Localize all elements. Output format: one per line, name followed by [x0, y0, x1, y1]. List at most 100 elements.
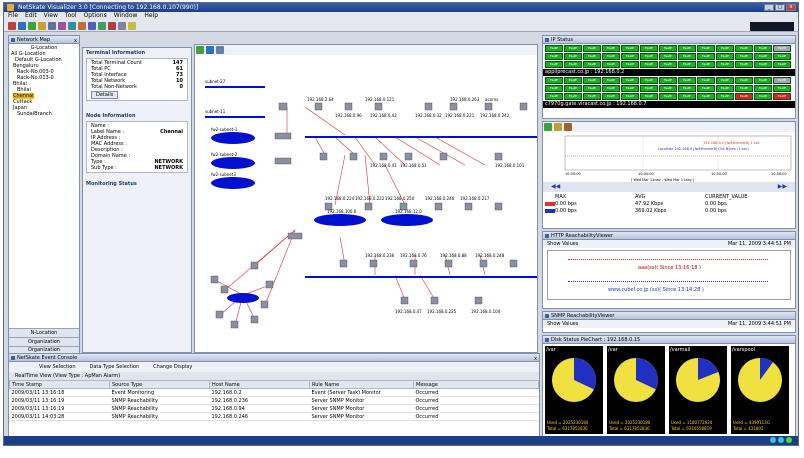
ip-status-cell[interactable]: FastE — [659, 77, 677, 84]
ip-status-cell[interactable]: FastE — [735, 77, 753, 84]
ip-status-cell[interactable]: FastE — [640, 61, 658, 68]
details-button[interactable]: Details — [91, 91, 119, 99]
ip-status-cell[interactable]: FastE — [735, 45, 753, 52]
map-icon[interactable] — [28, 22, 36, 30]
ip-status-cell[interactable]: FastE — [583, 93, 601, 100]
ip-status-cell[interactable]: FastE — [602, 61, 620, 68]
close-button[interactable]: x — [786, 4, 796, 11]
ip-status-cell[interactable]: FastE — [602, 45, 620, 52]
folder-icon[interactable] — [38, 22, 46, 30]
tab-data-type-selection[interactable]: Data Type Selection — [90, 363, 140, 371]
stop-icon[interactable] — [108, 22, 116, 30]
ip-status-cell[interactable]: FastE — [659, 45, 677, 52]
show-values-checkbox[interactable]: Show Values — [547, 321, 578, 327]
menu-window[interactable]: Window — [114, 12, 138, 20]
disk-pie-chart[interactable]: /var Used = 2025230180 Total = 6317852836 — [545, 346, 603, 434]
ip-status-cell[interactable]: FastE — [583, 61, 601, 68]
ip-status-cell[interactable]: FastE — [602, 77, 620, 84]
ip-status-cell[interactable]: FastE — [564, 77, 582, 84]
ip-status-cell[interactable]: FastE — [773, 77, 791, 84]
ip-status-cell[interactable]: FastE — [564, 61, 582, 68]
show-values-checkbox[interactable]: Show Values — [547, 241, 578, 247]
ip-status-cell[interactable]: FastE — [602, 85, 620, 92]
ip-status-cell[interactable]: FastE — [640, 53, 658, 60]
close-icon[interactable]: x — [74, 37, 77, 45]
ip-status-cell[interactable]: FastE — [621, 93, 639, 100]
ip-status-cell[interactable]: FastE — [697, 53, 715, 60]
layout-icon[interactable] — [216, 46, 224, 54]
ip-status-cell[interactable]: FastE — [716, 61, 734, 68]
n-location-button[interactable]: N-Location — [9, 328, 79, 337]
ip-status-cell[interactable]: FastE — [754, 45, 772, 52]
report-icon[interactable] — [88, 22, 96, 30]
ip-status-cell[interactable]: FastE — [545, 45, 563, 52]
ip-status-cell[interactable]: FastE — [735, 53, 753, 60]
disk-pie-chart[interactable]: /var Used = 2025230180 Total = 6317852836 — [607, 346, 665, 434]
ip-status-cell[interactable]: FastE — [564, 93, 582, 100]
ip-status-cell[interactable]: FastE — [564, 85, 582, 92]
ip-status-cell[interactable]: FastE — [754, 85, 772, 92]
organization-button[interactable]: Organization — [9, 337, 79, 346]
ip-status-cell[interactable]: FastE — [621, 53, 639, 60]
ip-status-cell[interactable]: FastE — [697, 77, 715, 84]
ip-status-cell[interactable]: FastE — [564, 53, 582, 60]
ip-status-cell[interactable]: FastE — [735, 85, 753, 92]
config-icon[interactable] — [554, 123, 562, 131]
ip-status-cell[interactable]: FastE — [583, 45, 601, 52]
ip-status-cell[interactable]: FastE — [754, 77, 772, 84]
forward-icon[interactable]: ▶▶ — [778, 183, 787, 191]
ip-status-cell[interactable]: FastE — [640, 93, 658, 100]
column-header[interactable]: Time Stamp — [9, 380, 110, 389]
ip-status-cell[interactable]: FastE — [564, 45, 582, 52]
ip-status-cell[interactable]: FastE — [716, 85, 734, 92]
ip-status-cell[interactable]: FastE — [678, 45, 696, 52]
ip-status-cell[interactable]: FastE — [659, 61, 677, 68]
ip-status-cell[interactable]: FastE — [697, 45, 715, 52]
disk-pie-chart[interactable]: /varmail Used = 1180772624 Total = 6316558… — [669, 346, 727, 434]
network-icon[interactable] — [68, 22, 76, 30]
menu-tool[interactable]: Tool — [65, 12, 77, 20]
ip-status-cell[interactable]: FastE — [716, 77, 734, 84]
column-header[interactable]: Host Name — [209, 380, 310, 389]
close-icon[interactable]: x — [534, 355, 537, 363]
table-row[interactable]: 2009/03/11 14:03:28 SNMP Reachability 192.… — [9, 412, 539, 421]
ip-status-cell[interactable]: FastE — [659, 53, 677, 60]
ip-status-cell[interactable]: FastE — [678, 93, 696, 100]
column-header[interactable]: Source Type — [109, 380, 210, 389]
ip-status-cell[interactable]: FastE — [621, 77, 639, 84]
connect-icon[interactable] — [18, 22, 26, 30]
ip-status-cell[interactable]: FastE — [621, 45, 639, 52]
network-diagram[interactable]: subnet-27 subnet-11 fw2-subnet-1 fw2-sub… — [195, 55, 537, 352]
play-icon[interactable] — [544, 123, 552, 131]
ip-status-cell[interactable]: FastE — [716, 53, 734, 60]
table-row[interactable]: 2009/03/11 13:16:19 SNMP Reachability 192.… — [9, 404, 539, 413]
column-header[interactable]: Rule Name — [309, 380, 414, 389]
chart-icon[interactable] — [58, 22, 66, 30]
monitor-icon[interactable] — [48, 22, 56, 30]
column-header[interactable]: Message — [413, 380, 539, 389]
ip-status-cell[interactable]: FastE — [640, 77, 658, 84]
ip-status-cell[interactable]: FastE — [773, 85, 791, 92]
menu-view[interactable]: View — [44, 12, 58, 20]
ip-status-cell[interactable]: FastE — [678, 53, 696, 60]
table-row[interactable]: 2009/03/11 13:16:18 Event Monitoring 192.1… — [9, 388, 539, 397]
ip-status-cell[interactable]: FastE — [678, 61, 696, 68]
ip-status-cell[interactable]: FastE — [640, 85, 658, 92]
tree-item[interactable]: SundaiBranch — [11, 111, 77, 117]
ip-status-cell[interactable]: FastE — [773, 93, 791, 100]
ip-status-cell[interactable]: FastE — [545, 85, 563, 92]
play-icon[interactable] — [196, 46, 204, 54]
ip-status-cell[interactable]: FastE — [602, 93, 620, 100]
ip-status-cell[interactable]: FastE — [754, 61, 772, 68]
ip-status-cell[interactable]: FastE — [697, 93, 715, 100]
help-icon[interactable] — [128, 22, 136, 30]
settings-icon[interactable] — [118, 22, 126, 30]
zoom-icon[interactable] — [206, 46, 214, 54]
table-row[interactable]: 2009/03/11 13:16:19 SNMP Reachability 192.… — [9, 396, 539, 405]
ip-status-cell[interactable]: FastE — [640, 45, 658, 52]
ip-status-cell[interactable]: FastE — [659, 85, 677, 92]
tab-view-selection[interactable]: View Selection — [39, 363, 76, 371]
ip-status-cell[interactable]: FastE — [583, 53, 601, 60]
ip-status-cell[interactable]: FastE — [583, 77, 601, 84]
ip-status-cell[interactable]: FastE — [621, 85, 639, 92]
